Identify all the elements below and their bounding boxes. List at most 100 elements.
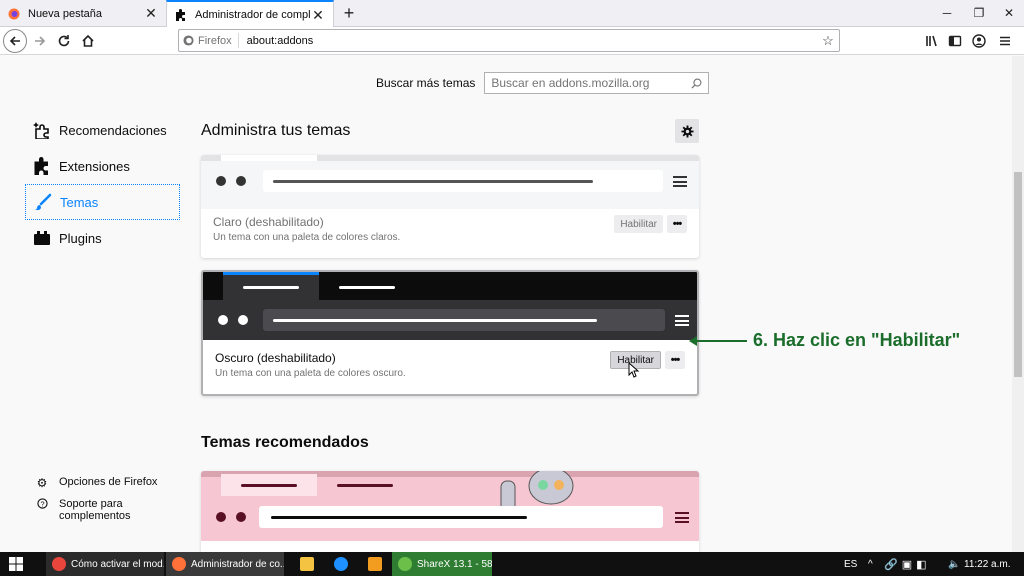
chrome-icon — [52, 557, 66, 571]
sidebar-item-label: Extensiones — [59, 158, 130, 174]
search-label: Buscar más temas — [376, 76, 476, 90]
line-preview — [337, 484, 393, 487]
tutorial-annotation: 6. Haz clic en "Habilitar" — [689, 330, 960, 351]
account-button[interactable] — [967, 29, 991, 53]
url-bar[interactable]: Firefox about:addons ☆ — [178, 29, 840, 52]
plugin-icon — [33, 229, 51, 247]
sidebar-item-label: Recomendaciones — [59, 122, 167, 138]
hamburger-icon — [675, 315, 689, 326]
sidebar-item-temas[interactable]: Temas — [25, 184, 180, 220]
taskbar-item-chrome[interactable]: Cómo activar el mod... — [46, 552, 164, 576]
close-window-icon[interactable]: ✕ — [992, 0, 1024, 27]
restore-icon[interactable]: ❐ — [962, 0, 996, 27]
footer-item-label: Soporte para complementos — [59, 498, 131, 522]
line-preview — [243, 286, 299, 289]
sidebar-item-plugins[interactable]: Plugins — [25, 220, 180, 256]
more-options-icon[interactable]: ••• — [667, 215, 687, 233]
tools-menu-button[interactable] — [675, 119, 699, 143]
hamburger-icon — [1000, 36, 1010, 46]
annotation-text: 6. Haz clic en "Habilitar" — [753, 330, 961, 350]
minimize-icon[interactable]: ─ — [930, 0, 964, 27]
new-tab-button[interactable]: + — [338, 2, 360, 24]
addons-support-link[interactable]: ? Soporte para complementos — [35, 498, 185, 522]
theme-preview-dark — [203, 272, 697, 340]
gear-icon — [680, 124, 694, 138]
identity-box[interactable]: Firefox — [179, 33, 239, 48]
svg-text:?: ? — [40, 499, 44, 508]
folder-icon — [300, 557, 314, 571]
taskbar-item-sharex[interactable]: ShareX 13.1 - 58,2% — [392, 552, 492, 576]
url-text[interactable]: about:addons — [239, 35, 817, 47]
tab-new-tab[interactable]: Nueva pestaña ✕ — [0, 0, 166, 27]
brush-icon — [34, 193, 52, 211]
page-title: Administra tus temas — [201, 122, 351, 139]
taskbar-internet-explorer[interactable] — [328, 552, 354, 576]
clock[interactable]: 11:22 a.m. — [958, 552, 1018, 576]
enable-button[interactable]: Habilitar — [614, 215, 663, 233]
theme-info: Oscuro (deshabilitado) Un tema con una p… — [215, 351, 685, 379]
windows-icon — [9, 557, 23, 571]
library-button[interactable] — [920, 29, 944, 53]
theme-name: Claro (deshabilitado) — [213, 215, 324, 229]
taskbar-media-player[interactable] — [362, 552, 388, 576]
puzzle-icon — [33, 157, 51, 175]
theme-card-dark[interactable]: Oscuro (deshabilitado) Un tema con una p… — [201, 270, 699, 396]
dot-icon — [238, 315, 248, 325]
theme-preview-light — [201, 155, 699, 209]
search-placeholder: Buscar en addons.mozilla.org — [491, 76, 650, 90]
sidebar-button[interactable] — [943, 29, 967, 53]
taskbar-file-explorer[interactable] — [294, 552, 320, 576]
line-preview — [273, 180, 593, 183]
language-indicator[interactable]: ES — [838, 552, 862, 576]
chevron-up-icon[interactable]: ^ — [862, 552, 876, 576]
taskbar-item-label: ShareX 13.1 - 58,2% — [417, 558, 492, 570]
more-options-icon[interactable]: ••• — [665, 351, 685, 369]
sidebar-item-extensiones[interactable]: Extensiones — [25, 148, 180, 184]
close-tab-icon[interactable]: ✕ — [311, 7, 325, 24]
navigation-toolbar: Firefox about:addons ☆ — [0, 27, 1024, 55]
media-player-icon — [368, 557, 382, 571]
sidebar-item-recomendaciones[interactable]: Recomendaciones — [25, 112, 180, 148]
sparkle-puzzle-icon — [33, 121, 51, 139]
vertical-scrollbar[interactable] — [1012, 56, 1024, 552]
arrow-right-icon — [35, 36, 46, 46]
dot-icon — [216, 176, 226, 186]
reload-icon — [58, 35, 70, 47]
theme-card-light[interactable]: Claro (deshabilitado) Un tema con una pa… — [201, 155, 699, 258]
bookmark-star-icon[interactable]: ☆ — [817, 33, 839, 49]
puzzle-icon — [176, 9, 185, 21]
gear-icon: ⚙ — [36, 476, 48, 490]
line-preview — [271, 516, 527, 519]
tab-addons-manager[interactable]: Administrador de complement ✕ — [166, 0, 334, 28]
start-button[interactable] — [8, 552, 36, 576]
sharex-icon — [398, 557, 412, 571]
line-preview — [273, 319, 597, 322]
tab-label: Nueva pestaña — [28, 7, 102, 20]
account-icon — [972, 34, 986, 48]
dot-icon — [218, 315, 228, 325]
back-button[interactable] — [3, 29, 27, 53]
windows-taskbar: Cómo activar el mod... Administrador de … — [0, 552, 1024, 576]
recommended-theme-card[interactable] — [201, 471, 699, 552]
menu-button[interactable] — [993, 29, 1017, 53]
dot-icon — [216, 512, 226, 522]
close-tab-icon[interactable]: ✕ — [144, 5, 158, 22]
sidebar-item-label: Plugins — [59, 230, 102, 246]
addons-content: Buscar más temas Buscar en addons.mozill… — [0, 56, 1012, 552]
search-input[interactable]: Buscar en addons.mozilla.org — [484, 72, 710, 94]
tab-label: Administrador de complement — [195, 9, 311, 21]
firefox-options-link[interactable]: ⚙ Opciones de Firefox — [35, 476, 185, 490]
arrow-left-icon — [689, 335, 697, 346]
reload-button[interactable] — [52, 29, 76, 53]
scrollbar-thumb[interactable] — [1014, 172, 1022, 377]
theme-description: Un tema con una paleta de colores claros… — [213, 232, 401, 243]
tray-icons[interactable]: 🔗▣◧ — [878, 552, 938, 576]
taskbar-item-firefox[interactable]: Administrador de co... — [166, 552, 284, 576]
forward-button[interactable] — [28, 29, 52, 53]
theme-name: Oscuro (deshabilitado) — [215, 351, 336, 365]
home-button[interactable] — [76, 29, 100, 53]
firefox-icon — [172, 557, 186, 571]
arrow-line — [697, 339, 747, 342]
hamburger-icon — [675, 512, 689, 523]
help-icon: ? — [35, 498, 49, 512]
